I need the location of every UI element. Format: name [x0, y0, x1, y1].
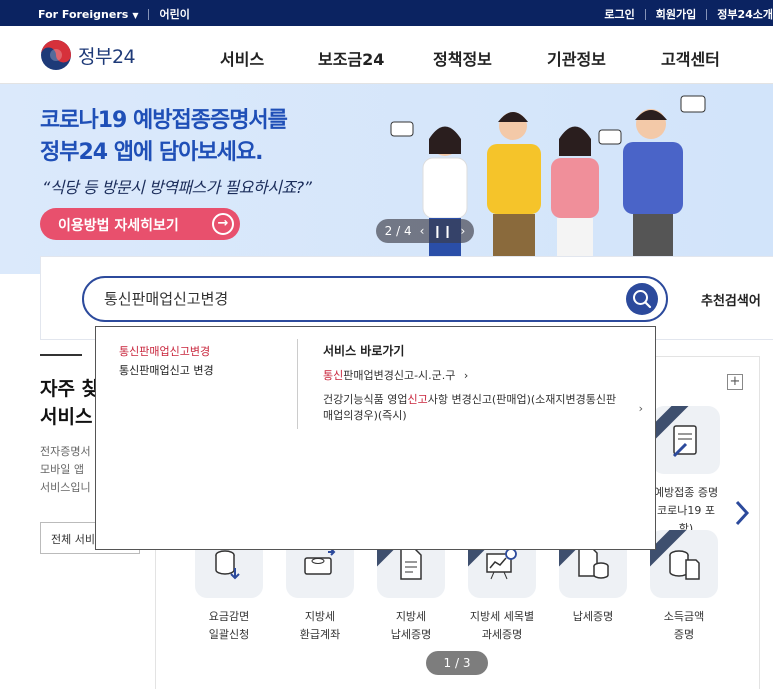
desc-line: 전자증명서	[40, 445, 91, 458]
nav-customer-center[interactable]: 고객센터	[661, 46, 720, 70]
kids-link[interactable]: 어린이	[159, 6, 189, 22]
banner-title-line2: 정부24 앱에 담아보세요.	[40, 140, 263, 165]
banner-pager: 2 / 4 ‹ ❙❙ ›	[376, 219, 474, 243]
banner-title-line1: 코로나19 예방접종증명서를	[40, 108, 288, 133]
search-box	[82, 276, 668, 322]
promo-banner[interactable]: 코로나19 예방접종증명서를 정부24 앱에 담아보세요. “식당 등 방문시 …	[0, 84, 773, 274]
nav-policy[interactable]: 정책정보	[433, 46, 492, 70]
document-icon	[400, 548, 422, 580]
syringe-document-icon	[672, 425, 697, 458]
service-label-line1: 예방접종 증명	[653, 486, 719, 499]
shortcut-highlight: 통신	[323, 369, 344, 382]
banner-page-indicator: 2 / 4	[384, 224, 412, 238]
site-header: 정부24 서비스 보조금24 정책정보 기관정보 고객센터	[0, 26, 773, 84]
divider	[148, 8, 150, 20]
service-tile	[650, 530, 718, 598]
login-link[interactable]: 로그인	[604, 6, 634, 22]
frequent-services-description: 전자증명서 모바일 앱 서비스입니	[40, 443, 91, 497]
service-label: 지방세 환급계좌	[284, 608, 356, 644]
service-label-line2: 증명	[673, 628, 695, 641]
for-foreigners-link[interactable]: For Foreigners ▼	[38, 8, 138, 21]
service-tile	[652, 406, 720, 474]
signup-link[interactable]: 회원가입	[656, 6, 696, 22]
search-button[interactable]	[626, 283, 658, 315]
search-input[interactable]	[104, 289, 604, 307]
shortcut-highlight: 신고	[407, 393, 428, 406]
chart-search-icon	[486, 548, 517, 580]
shortcut-link[interactable]: 통신판매업변경신고-시.군.구 ›	[323, 368, 643, 384]
frequent-title-line2: 서비스	[40, 406, 93, 428]
suggestion-highlight: 통신판매업신고변경	[119, 345, 211, 358]
service-label-line2: 일괄신청	[208, 628, 250, 641]
service-label: 요금감면 일괄신청	[193, 608, 265, 644]
plus-icon[interactable]: +	[727, 374, 743, 390]
chevron-right-icon[interactable]	[732, 498, 752, 528]
service-label: 납세증명	[557, 608, 629, 626]
service-vaccination-certificate[interactable]: 예방접종 증명 코로나19 포함)	[650, 406, 722, 538]
desc-line: 모바일 앱	[40, 463, 84, 476]
banner-subtitle: “식당 등 방문시 방역패스가 필요하시죠?”	[42, 178, 312, 197]
caret-down-icon: ▼	[132, 10, 139, 20]
chevron-right-icon[interactable]: ›	[461, 224, 466, 238]
banner-detail-button[interactable]: 이용방법 자세히보기 →	[40, 208, 240, 240]
desc-line: 서비스입니	[40, 481, 91, 494]
refund-icon	[304, 548, 336, 575]
site-logo[interactable]: 정부24	[40, 39, 136, 71]
top-utility-bar: For Foreigners ▼ 어린이 로그인 회원가입 정부24소개	[0, 0, 773, 26]
service-label-line1: 납세증명	[572, 610, 614, 623]
nav-agency[interactable]: 기관정보	[547, 46, 606, 70]
divider	[644, 8, 646, 20]
arrow-right-icon: →	[212, 213, 234, 235]
chevron-right-icon: ›	[638, 402, 643, 415]
service-pager[interactable]: 1 / 3	[426, 651, 488, 675]
search-icon	[633, 290, 652, 309]
service-label-line1: 지방세	[395, 610, 427, 623]
service-label: 지방세 세목별 과세증명	[466, 608, 538, 644]
service-label: 소득금액 증명	[648, 608, 720, 644]
service-label-line1: 요금감면	[208, 610, 250, 623]
autocomplete-dropdown: 통신판매업신고변경 통신판매업신고 변경 서비스 바로가기 통신판매업변경신고-…	[95, 326, 656, 550]
frequent-services-title: 자주 찾 서비스	[40, 375, 99, 431]
person-3	[551, 126, 622, 258]
recommended-keywords-label[interactable]: 추천검색어	[701, 290, 761, 309]
suggestion-list: 통신판매업신고변경 통신판매업신고 변경	[119, 342, 214, 380]
person-4	[623, 95, 706, 259]
shortcut-text: 판매업변경신고-시.군.구	[343, 369, 456, 382]
section-divider	[40, 354, 82, 356]
coins-icon	[215, 550, 240, 580]
service-shortcuts: 서비스 바로가기 통신판매업변경신고-시.군.구 › 건강기능식품 영업신고사항…	[323, 342, 643, 432]
service-label-line2: 납세증명	[390, 628, 432, 641]
chevron-right-icon: ›	[463, 369, 469, 382]
for-foreigners-label: For Foreigners	[38, 7, 129, 21]
logo-text: 정부24	[78, 45, 136, 68]
suggestion-item[interactable]: 통신판매업신고 변경	[119, 361, 214, 380]
service-label-line2: 과세증명	[481, 628, 523, 641]
service-label-line1: 지방세 세목별	[469, 610, 535, 623]
service-label-line2: 환급계좌	[299, 628, 341, 641]
shortcut-link[interactable]: 건강기능식품 영업신고사항 변경신고(판매업)(소재지변경통신판매업의경우)(즉…	[323, 392, 643, 424]
service-label: 지방세 납세증명	[375, 608, 447, 644]
shortcut-header: 서비스 바로가기	[323, 344, 405, 358]
service-label-line1: 지방세	[304, 610, 336, 623]
intro-link[interactable]: 정부24소개	[717, 6, 773, 22]
income-certificate-icon	[669, 550, 700, 580]
taegeuk-logo-icon	[41, 40, 71, 70]
frequent-title-line1: 자주 찾	[40, 378, 100, 400]
dropdown-divider	[297, 339, 298, 429]
person-2	[487, 112, 541, 259]
shortcut-text: 건강기능식품 영업	[323, 393, 408, 406]
suggestion-text: 통신판매업신고 변경	[119, 364, 214, 377]
chevron-left-icon[interactable]: ‹	[420, 224, 425, 238]
people-illustration	[390, 95, 706, 259]
suggestion-item[interactable]: 통신판매업신고변경	[119, 342, 214, 361]
service-income-certificate[interactable]: 소득금액 증명	[648, 530, 720, 644]
nav-subsidy[interactable]: 보조금24	[318, 46, 384, 70]
service-label-line1: 소득금액	[663, 610, 705, 623]
divider	[706, 8, 708, 20]
tax-certificate-icon	[578, 548, 609, 579]
banner-detail-label: 이용방법 자세히보기	[58, 218, 179, 234]
nav-services[interactable]: 서비스	[220, 46, 264, 70]
pause-icon[interactable]: ❙❙	[432, 224, 452, 238]
